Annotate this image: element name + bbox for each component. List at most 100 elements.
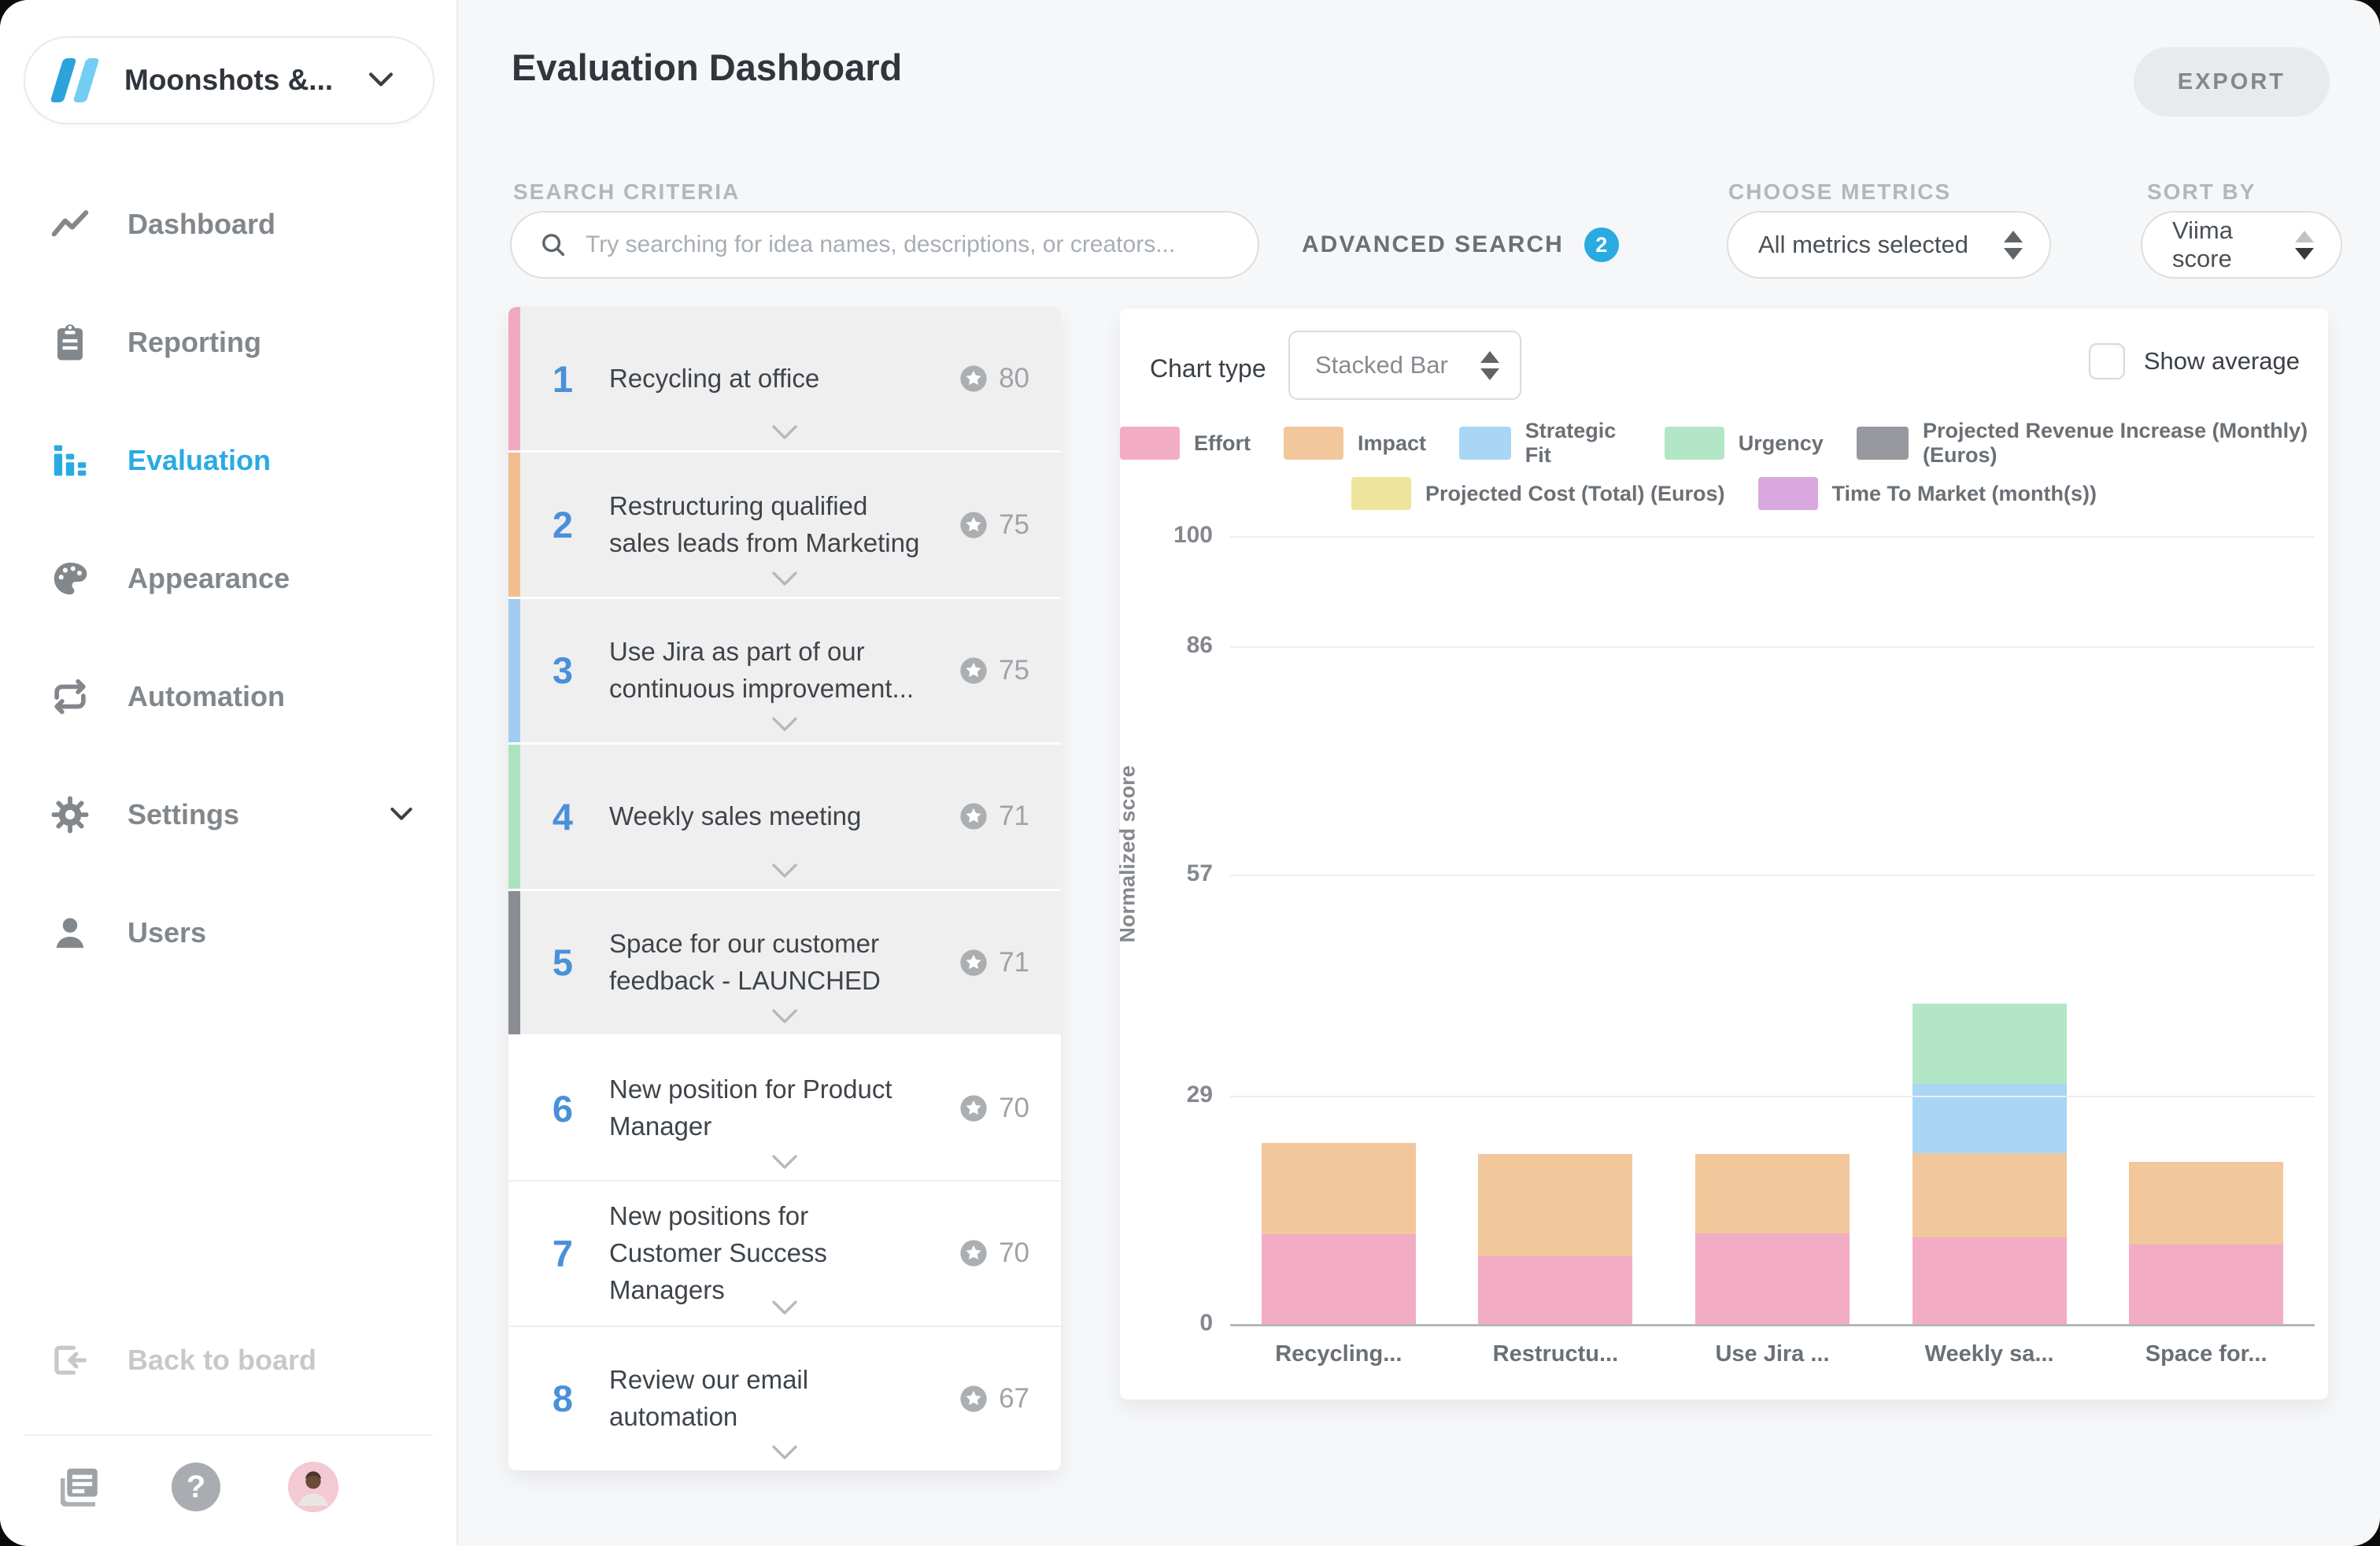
star-badge-icon [960,657,987,684]
idea-rank: 7 [552,1232,574,1274]
idea-list-item[interactable]: 4 Weekly sales meeting 71 [508,745,1061,891]
line-chart-icon [49,203,91,246]
bar-segment [1912,1237,2067,1324]
search-icon [542,234,565,257]
chart-type-select[interactable]: Stacked Bar [1288,331,1521,400]
bar-segment [2129,1161,2284,1245]
nav-item-label: Users [128,916,207,949]
idea-rank: 4 [552,795,574,838]
chart-card: Chart type Stacked Bar Show average Effo… [1116,309,2328,1400]
idea-list-item[interactable]: 7 New positions for Customer Success Man… [508,1180,1061,1326]
exit-icon [49,1339,91,1381]
gridline [1230,1324,2315,1326]
legend-item[interactable]: Urgency [1664,419,1824,468]
legend-item[interactable]: Projected Revenue Increase (Monthly) (Eu… [1856,419,2328,468]
idea-list-item[interactable]: 1 Recycling at office 80 [508,307,1061,453]
expand-chevron-icon[interactable] [771,716,799,733]
sidebar-item-automation[interactable]: Automation [0,638,456,756]
legend-label: Effort [1194,431,1251,455]
clipboard-icon [49,321,91,364]
idea-score-value: 71 [999,946,1029,978]
idea-score-value: 75 [999,509,1029,540]
legend-item[interactable]: Projected Cost (Total) (Euros) [1351,477,1725,510]
expand-chevron-icon[interactable] [771,570,799,587]
idea-score-value: 70 [999,1237,1029,1269]
metrics-select[interactable]: All metrics selected [1727,211,2051,279]
bar-slot [1447,536,1665,1324]
bar-chart-icon [49,439,91,482]
legend-row: Effort Impact Strategic Fit Urgency Proj… [1120,419,2328,468]
expand-chevron-icon[interactable] [771,423,799,441]
idea-rank: 8 [552,1378,574,1420]
legend-label: Time To Market (month(s)) [1831,481,2097,505]
sidebar-item-reporting[interactable]: Reporting [0,283,456,401]
expand-chevron-icon[interactable] [771,1153,799,1171]
user-avatar[interactable] [288,1462,338,1512]
sidebar-nav: Dashboard Reporting Evaluation Appearanc… [0,165,456,992]
search-input[interactable] [586,231,1234,258]
expand-chevron-icon[interactable] [771,1008,799,1025]
x-axis-labels: Recycling... Restructu... Use Jira ... Week… [1230,1341,2315,1367]
sort-by-label: SORT BY [2147,179,2256,204]
show-average-control: Show average [2088,343,2300,379]
idea-list-item[interactable]: 2 Restructuring qualified sales leads fr… [508,453,1061,599]
sort-select[interactable]: Viima score [2141,211,2342,279]
idea-score-value: 80 [999,363,1029,394]
idea-list-item[interactable]: 3 Use Jira as part of our continuous imp… [508,598,1061,745]
workspace-selector[interactable]: Moonshots &... [24,36,434,124]
stacked-bar-5 [2129,1161,2284,1324]
y-tick-label: 0 [1199,1310,1213,1336]
y-tick-label: 100 [1173,522,1213,548]
sidebar-item-evaluation[interactable]: Evaluation [0,401,456,520]
idea-title: New position for Product Manager [609,1074,893,1141]
idea-score-value: 71 [999,801,1029,832]
expand-chevron-icon[interactable] [771,1299,799,1316]
search-criteria-label: SEARCH CRITERIA [513,179,741,204]
x-tick-label: Recycling... [1275,1341,1402,1367]
bar-segment [2129,1244,2284,1324]
show-average-checkbox[interactable] [2088,343,2125,379]
nav-item-label: Appearance [128,562,290,594]
main-content: Evaluation Dashboard EXPORT SEARCH CRITE… [458,0,2380,1546]
legend-swatch [1283,427,1343,460]
sidebar-item-dashboard[interactable]: Dashboard [0,165,456,283]
sidebar-item-users[interactable]: Users [0,874,456,992]
idea-rank: 5 [552,941,574,984]
expand-chevron-icon[interactable] [771,1444,799,1461]
sidebar-item-appearance[interactable]: Appearance [0,520,456,638]
legend-item[interactable]: Strategic Fit [1459,419,1632,468]
news-icon[interactable] [52,1461,104,1513]
chevron-down-icon [386,797,417,833]
gear-icon [49,793,91,836]
nav-item-label: Reporting [128,326,261,358]
stacked-bar-4 [1912,1003,2067,1324]
help-icon[interactable]: ? [172,1463,220,1511]
legend-item[interactable]: Impact [1283,419,1427,468]
export-button[interactable]: EXPORT [2133,47,2330,117]
idea-rank: 1 [552,357,574,400]
idea-list-item[interactable]: 6 New position for Product Manager 70 [508,1036,1061,1181]
legend-label: Impact [1357,431,1427,455]
page-title: Evaluation Dashboard [512,46,903,88]
sidebar-item-settings[interactable]: Settings [0,756,456,874]
star-badge-icon [960,1095,987,1122]
bar-segment [1912,1003,2067,1084]
bar-segment [1694,1233,1850,1324]
expand-chevron-icon[interactable] [771,862,799,879]
bar-segment [1912,1083,2067,1153]
back-to-board-button[interactable]: Back to board [0,1313,456,1407]
legend-item[interactable]: Time To Market (month(s)) [1757,477,2097,510]
workspace-name: Moonshots &... [124,64,334,96]
y-tick-label: 57 [1186,860,1213,887]
idea-list-item[interactable]: 5 Space for our customer feedback - LAUN… [508,890,1061,1037]
bar-segment [1912,1152,2067,1237]
bar-slot [1230,536,1447,1324]
legend-swatch [1664,427,1724,460]
advanced-search-link[interactable]: ADVANCED SEARCH 2 [1302,211,1619,279]
bar-segment [1478,1153,1633,1256]
viima-logo-icon [50,58,100,102]
idea-rank: 6 [552,1087,574,1130]
legend-item[interactable]: Effort [1120,419,1251,468]
idea-list-item[interactable]: 8 Review our email automation 67 [508,1325,1061,1470]
select-arrows-icon [2004,230,2023,260]
